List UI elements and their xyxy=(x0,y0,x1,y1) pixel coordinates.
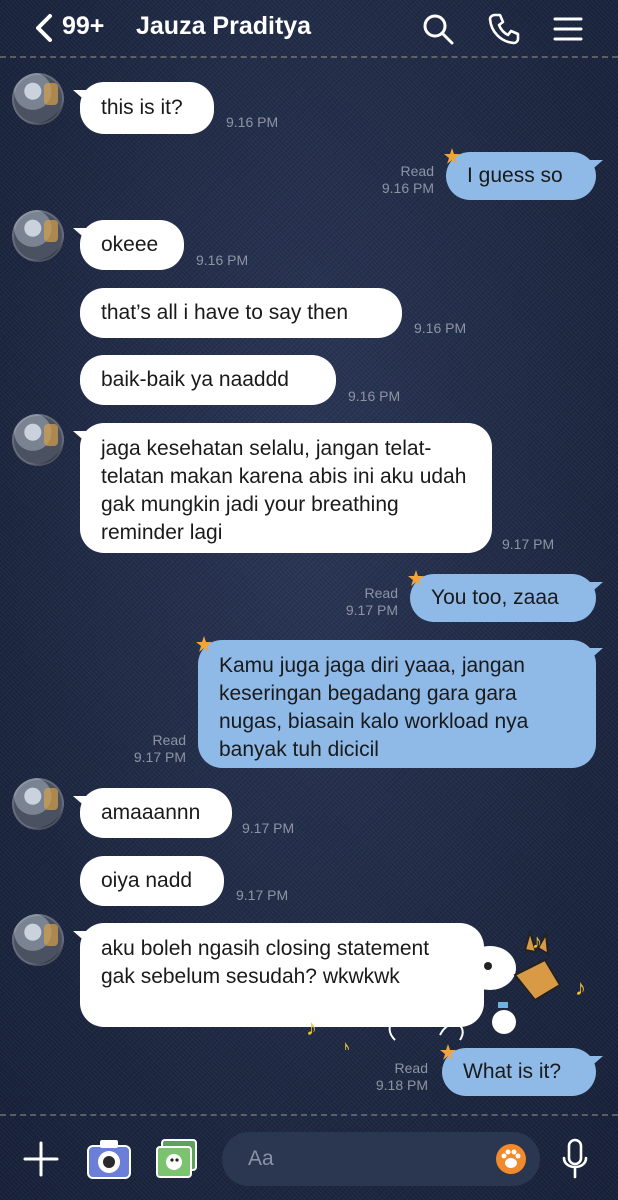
contact-name[interactable]: Jauza Praditya xyxy=(136,12,311,41)
message-bubble-outgoing[interactable]: You too, zaaa xyxy=(410,574,596,622)
read-receipt: Read 9.17 PM xyxy=(133,732,186,765)
star-icon xyxy=(444,148,460,164)
message-text: that’s all i have to say then xyxy=(101,301,349,324)
message-time: 9.16 PM xyxy=(226,114,279,130)
menu-icon[interactable] xyxy=(550,11,586,47)
star-icon xyxy=(408,570,424,586)
message-bubble-incoming[interactable]: jaga kesehatan selalu, jangan telat-tela… xyxy=(80,423,492,553)
message-time: 9.16 PM xyxy=(348,388,401,404)
svg-text:♪: ♪ xyxy=(532,931,542,953)
read-receipt: Read 9.16 PM xyxy=(381,163,434,196)
phone-icon[interactable] xyxy=(486,11,522,47)
message-time: 9.17 PM xyxy=(242,820,295,836)
star-icon xyxy=(440,1044,456,1060)
message-text: this is it? xyxy=(101,96,183,119)
message-bubble-outgoing[interactable]: Kamu juga jaga diri yaaa, jangan keserin… xyxy=(198,640,596,768)
read-receipt: Read 9.17 PM xyxy=(345,585,398,618)
star-icon xyxy=(196,636,212,652)
message-text: okeee xyxy=(101,233,159,256)
contact-avatar[interactable] xyxy=(12,778,64,830)
message-text: baik-baik ya naaddd xyxy=(101,368,289,391)
message-time: 9.17 PM xyxy=(502,536,555,552)
contact-avatar[interactable] xyxy=(12,73,64,125)
message-text: oiya nadd xyxy=(101,869,193,892)
message-bubble-incoming[interactable]: baik-baik ya naaddd xyxy=(80,355,336,405)
message-text: I guess so xyxy=(467,164,563,187)
message-bubble-incoming[interactable]: okeee xyxy=(80,220,184,270)
photo-gallery-icon[interactable] xyxy=(154,1138,200,1180)
message-bubble-incoming[interactable]: amaaannn xyxy=(80,788,232,838)
message-bubble-outgoing[interactable]: What is it? xyxy=(442,1048,596,1096)
svg-text:♪: ♪ xyxy=(306,1015,317,1040)
message-time: 9.17 PM xyxy=(236,887,289,903)
message-bubble-outgoing[interactable]: I guess so xyxy=(446,152,596,200)
message-text: jaga kesehatan selalu, jangan telat-tela… xyxy=(101,437,467,544)
sticker-paw-icon[interactable] xyxy=(496,1144,526,1174)
message-input-placeholder: Aa xyxy=(248,1147,274,1170)
message-time: 9.16 PM xyxy=(414,320,467,336)
contact-avatar[interactable] xyxy=(12,210,64,262)
search-icon[interactable] xyxy=(420,11,456,47)
contact-avatar[interactable] xyxy=(12,914,64,966)
chat-header: 99+ Jauza Praditya xyxy=(0,0,618,58)
dancing-sticker-image[interactable]: ♪ ♪ ♪ ♪ xyxy=(300,930,600,1050)
message-bubble-incoming[interactable]: this is it? xyxy=(80,82,214,134)
chevron-left-icon[interactable] xyxy=(30,12,58,44)
message-bubble-incoming[interactable]: that’s all i have to say then xyxy=(80,288,402,338)
svg-text:♪: ♪ xyxy=(575,975,586,1000)
header-stitch-divider xyxy=(0,56,618,58)
camera-icon[interactable] xyxy=(86,1138,132,1180)
message-bubble-incoming[interactable]: oiya nadd xyxy=(80,856,224,906)
read-receipt: Read 9.18 PM xyxy=(375,1060,428,1093)
message-text: You too, zaaa xyxy=(431,586,559,609)
unread-count[interactable]: 99+ xyxy=(62,12,104,41)
plus-icon[interactable] xyxy=(22,1140,60,1178)
message-input[interactable]: Aa xyxy=(222,1132,540,1186)
svg-text:♪: ♪ xyxy=(340,1035,351,1050)
microphone-icon[interactable] xyxy=(560,1138,590,1180)
message-time: 9.16 PM xyxy=(196,252,249,268)
message-text: amaaannn xyxy=(101,801,201,824)
contact-avatar[interactable] xyxy=(12,414,64,466)
message-text: What is it? xyxy=(463,1060,562,1083)
message-text: Kamu juga jaga diri yaaa, jangan keserin… xyxy=(219,654,529,761)
